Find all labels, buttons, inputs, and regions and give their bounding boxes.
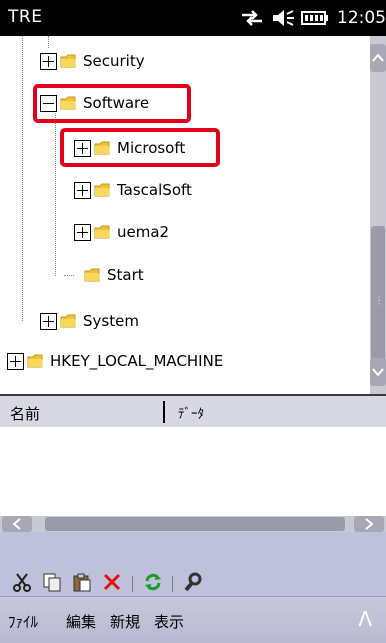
tree-connector <box>55 111 56 276</box>
toolbar <box>0 532 386 596</box>
delete-icon[interactable] <box>102 572 122 592</box>
copy-icon[interactable] <box>42 572 62 592</box>
expand-icon[interactable] <box>7 352 24 370</box>
menu-expand-icon[interactable]: Λ <box>358 607 372 631</box>
folder-icon <box>27 354 44 368</box>
tree-item-system[interactable]: System <box>40 306 139 336</box>
tree-item-label: TascalSoft <box>117 181 192 199</box>
scroll-right-button[interactable] <box>354 516 384 532</box>
tree-item-label: System <box>83 312 139 330</box>
cut-icon[interactable] <box>12 572 32 592</box>
expand-icon[interactable] <box>74 223 91 241</box>
horizontal-scrollbar[interactable] <box>0 516 386 532</box>
paste-icon[interactable] <box>72 572 92 592</box>
highlight-box <box>60 128 220 167</box>
value-list[interactable] <box>0 427 386 516</box>
search-icon[interactable] <box>183 572 203 592</box>
tree-item-label: HKEY_LOCAL_MACHINE <box>50 352 224 370</box>
tree-connector <box>22 36 23 321</box>
scroll-left-button[interactable] <box>2 516 32 532</box>
app-title: TRE <box>8 7 43 27</box>
scroll-down-button[interactable] <box>370 358 386 386</box>
tree-item-label: uema2 <box>117 223 170 241</box>
tree-item-label: Security <box>83 52 145 70</box>
column-header-name[interactable]: 名前 <box>10 403 40 424</box>
folder-icon <box>84 268 101 282</box>
tree-item-uema2[interactable]: uema2 <box>74 217 169 247</box>
vertical-scroll-thumb[interactable] <box>371 226 385 376</box>
registry-tree[interactable]: Security Software Microsoft TascalSoft u… <box>0 36 386 394</box>
scroll-up-button[interactable] <box>370 44 386 72</box>
status-icons: 12:05 <box>239 5 386 31</box>
horizontal-scroll-thumb[interactable] <box>45 517 345 531</box>
folder-icon <box>94 225 111 239</box>
status-bar: TRE 12:05 <box>0 0 386 36</box>
tree-connector <box>64 275 74 276</box>
toolbar-separator <box>172 576 173 592</box>
folder-icon <box>60 314 77 328</box>
list-header: 名前 ﾃﾞｰﾀ <box>0 394 386 427</box>
refresh-icon[interactable] <box>143 572 163 592</box>
expand-icon[interactable] <box>40 312 57 330</box>
battery-icon[interactable] <box>301 10 329 26</box>
menu-file[interactable]: ﾌｧｲﾙ <box>8 611 38 632</box>
folder-icon <box>94 183 111 197</box>
tree-item-label: Start <box>107 266 144 284</box>
highlight-box <box>33 84 191 123</box>
tree-item-hkey-local-machine[interactable]: HKEY_LOCAL_MACHINE <box>7 346 223 376</box>
column-separator[interactable] <box>163 401 165 423</box>
expand-icon[interactable] <box>74 181 91 199</box>
toolbar-separator <box>132 576 133 592</box>
clock: 12:05 <box>337 8 386 28</box>
tree-item-tascalsoft[interactable]: TascalSoft <box>74 175 192 205</box>
tree-item-security[interactable]: Security <box>40 46 145 76</box>
folder-icon <box>60 54 77 68</box>
menu-edit[interactable]: 編集 <box>66 611 96 632</box>
menu-new[interactable]: 新規 <box>110 611 140 632</box>
column-header-data[interactable]: ﾃﾞｰﾀ <box>178 403 204 422</box>
connectivity-icon[interactable] <box>239 8 265 28</box>
speaker-icon[interactable] <box>271 8 295 28</box>
menu-bar: ﾌｧｲﾙ 編集 新規 表示 Λ <box>0 596 386 643</box>
tree-item-start[interactable]: Start <box>74 260 144 290</box>
vertical-scrollbar[interactable] <box>370 36 386 394</box>
expand-icon[interactable] <box>40 52 57 70</box>
menu-view[interactable]: 表示 <box>154 611 184 632</box>
